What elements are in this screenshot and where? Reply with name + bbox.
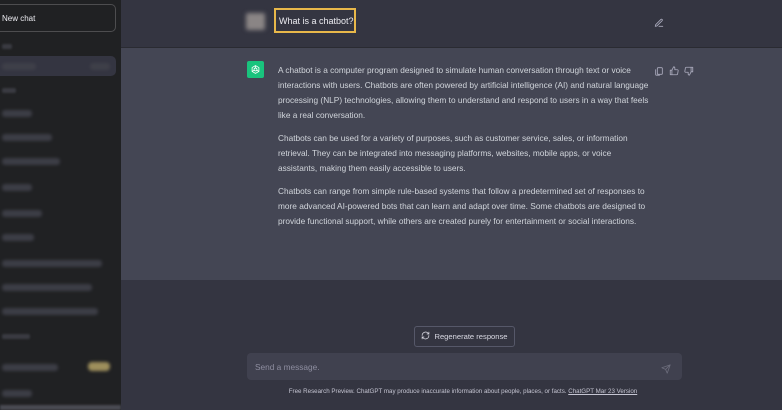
sidebar-bottom-blurred [0,405,121,410]
user-message-row: What is a chatbot? [121,0,782,48]
sidebar-item-blurred[interactable] [2,260,102,267]
sidebar-item-blurred[interactable] [2,284,92,291]
sidebar-badge-blurred [88,362,110,371]
edit-icon[interactable] [654,15,664,27]
sidebar-item-active[interactable] [0,56,116,76]
answer-paragraph: Chatbots can range from simple rule-base… [278,186,646,226]
footer-text: Free Research Preview. ChatGPT may produ… [288,388,569,395]
message-actions [654,63,695,76]
sidebar-item-blurred[interactable] [2,210,42,217]
sidebar-blurred-section-label [2,44,12,49]
sidebar-item-blurred[interactable] [2,158,60,165]
thumbs-down-icon[interactable] [684,63,695,76]
sidebar-item-blurred[interactable] [2,234,34,241]
message-input[interactable] [255,359,655,374]
user-message-text: What is a chatbot? [279,15,354,26]
sidebar: New chat [0,0,121,410]
sidebar-item-blurred [2,63,36,70]
version-link[interactable]: ChatGPT Mar 23 Version [568,388,637,395]
sidebar-item-blurred[interactable] [2,134,52,141]
sidebar-blurred-section-label [2,334,30,339]
regenerate-label: Regenerate response [434,332,508,341]
sidebar-item-blurred[interactable] [2,184,32,191]
user-message-highlight: What is a chatbot? [274,8,356,33]
sidebar-item-blurred[interactable] [2,308,98,315]
sidebar-item-blurred[interactable] [2,110,32,117]
regenerate-response-button[interactable]: Regenerate response [414,326,515,347]
answer-paragraph: A chatbot is a computer program designed… [278,65,649,120]
send-icon[interactable] [661,361,672,374]
sidebar-item-blurred[interactable] [2,364,58,371]
sidebar-item-actions-blurred [90,63,110,70]
refresh-icon [421,331,430,342]
copy-icon[interactable] [654,63,665,76]
sidebar-blurred-section-label [2,88,16,93]
assistant-message-row: A chatbot is a computer program designed… [121,48,782,280]
openai-logo-icon [247,61,264,78]
new-chat-button[interactable]: New chat [0,4,116,32]
assistant-message-text: A chatbot is a computer program designed… [278,63,650,237]
user-avatar [246,13,265,30]
footer-disclaimer: Free Research Preview. ChatGPT may produ… [0,388,782,395]
answer-paragraph: Chatbots can be used for a variety of pu… [278,133,628,173]
thumbs-up-icon[interactable] [669,63,680,76]
new-chat-label: New chat [2,13,36,23]
message-composer [247,353,682,380]
